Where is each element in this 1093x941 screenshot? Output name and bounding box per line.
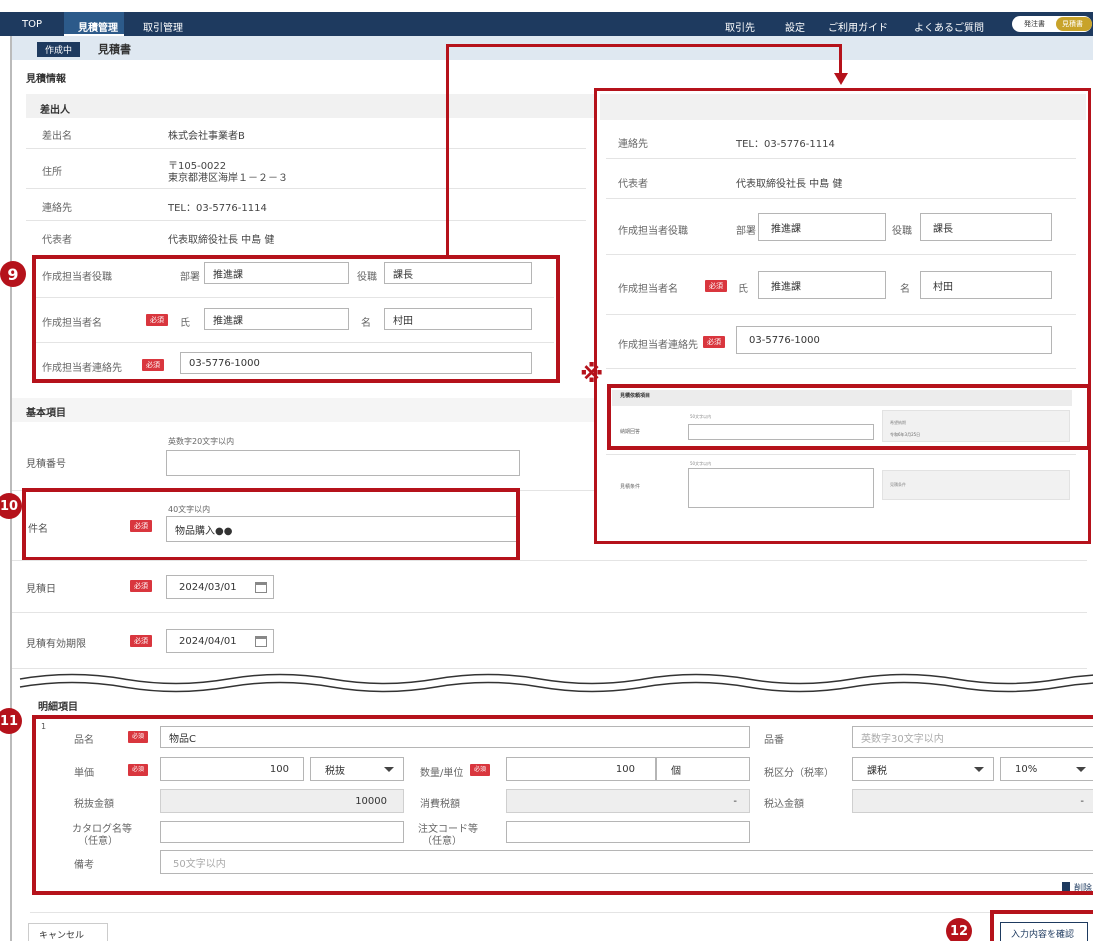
toggle-left[interactable]: 発注書	[1024, 19, 1045, 29]
status-badge: 作成中	[37, 42, 81, 57]
highlight-box-11	[32, 715, 1093, 895]
subheader: 作成中 見積書	[12, 36, 1093, 60]
divider	[26, 220, 586, 221]
section-sender: 差出人	[40, 105, 70, 116]
divider	[30, 912, 1093, 913]
section-details: 明細項目	[38, 702, 78, 713]
connector-line	[839, 44, 842, 74]
divider	[26, 148, 586, 149]
sender-contact-label: 連絡先	[42, 203, 72, 214]
top-navbar: TOP 見積管理 取引管理 取引先 設定 ご利用ガイド よくあるご質問 発注書 …	[0, 12, 1093, 36]
nav-estimate[interactable]: 見積管理	[78, 19, 118, 34]
sender-address-label: 住所	[42, 167, 62, 178]
section-basic: 基本項目	[26, 408, 66, 419]
left-scroll-edge	[10, 36, 12, 941]
date-label: 見積日	[26, 584, 56, 595]
mode-toggle[interactable]: 発注書 見積書	[1012, 16, 1092, 32]
sender-rep-label: 代表者	[42, 235, 72, 246]
marker-10: 10	[0, 493, 22, 519]
section-estimate-info: 見積情報	[26, 74, 66, 85]
page: TOP 見積管理 取引管理 取引先 設定 ご利用ガイド よくあるご質問 発注書 …	[0, 0, 1093, 941]
connector-line	[446, 44, 842, 47]
marker-9: 9	[0, 261, 26, 287]
nav-settings[interactable]: 設定	[785, 19, 805, 34]
nav-transaction[interactable]: 取引管理	[143, 19, 183, 34]
sender-name: 株式会社事業者B	[168, 131, 245, 142]
marker-11: 11	[0, 708, 22, 734]
basic-header	[12, 398, 594, 422]
sender-address: 東京都港区海岸１－２－３	[168, 173, 288, 184]
number-hint: 英数字20文字以内	[168, 437, 235, 446]
expiry-label: 見積有効期限	[26, 639, 86, 650]
asterisk-mark: ※	[580, 360, 604, 388]
number-label: 見積番号	[26, 459, 66, 470]
marker-12: 12	[946, 918, 972, 941]
divider	[12, 560, 1087, 561]
nav-partner[interactable]: 取引先	[725, 19, 755, 34]
page-title: 見積書	[98, 43, 131, 56]
cancel-button[interactable]: キャンセル	[28, 923, 108, 941]
wavy-break-icon	[19, 673, 1093, 693]
required-badge: 必須	[130, 635, 152, 647]
sender-rep: 代表取締役社長 中島 健	[168, 235, 275, 246]
toggle-right[interactable]: 見積書	[1056, 17, 1092, 31]
calendar-icon[interactable]	[255, 636, 267, 647]
highlight-box-10	[22, 488, 520, 561]
sender-name-label: 差出名	[42, 131, 72, 142]
divider	[12, 668, 1087, 669]
calendar-icon[interactable]	[255, 582, 267, 593]
arrow-down-icon	[834, 73, 848, 85]
nav-guide[interactable]: ご利用ガイド	[828, 19, 888, 34]
connector-line	[446, 44, 449, 255]
divider	[12, 612, 1087, 613]
required-badge: 必須	[130, 580, 152, 592]
nav-top[interactable]: TOP	[22, 19, 42, 30]
zoom-frame	[594, 88, 1091, 544]
highlight-box-12	[990, 910, 1093, 941]
estimate-number-input[interactable]	[166, 450, 520, 476]
nav-faq[interactable]: よくあるご質問	[914, 19, 984, 34]
highlight-box-9	[32, 255, 560, 383]
divider	[26, 188, 586, 189]
sender-contact: TEL：03-5776-1114	[168, 203, 267, 214]
